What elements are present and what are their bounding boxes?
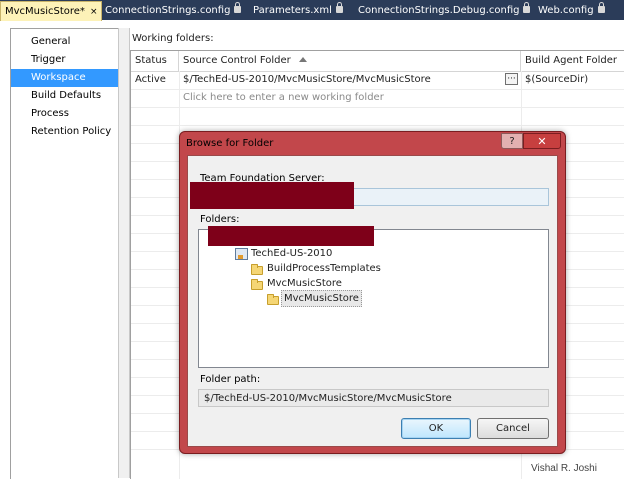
column-header-build-agent-folder[interactable]: Build Agent Folder: [521, 51, 624, 71]
lock-icon: [335, 2, 343, 13]
tab-label: ConnectionStrings.Debug.config: [358, 5, 520, 16]
grid-line: [131, 125, 624, 126]
nav-item-process[interactable]: Process: [11, 105, 119, 123]
tab-web-config[interactable]: Web.config: [534, 2, 609, 20]
cell-status[interactable]: Active: [131, 71, 166, 89]
tab-parameters-xml[interactable]: Parameters.xml: [249, 2, 347, 20]
dialog-title: Browse for Folder: [186, 138, 274, 149]
tab-label: MvcMusicStore*: [5, 6, 85, 17]
tab-mvcmusicstore[interactable]: MvcMusicStore* ×: [0, 1, 103, 21]
tab-connectionstrings-debug-config[interactable]: ConnectionStrings.Debug.config: [354, 2, 534, 20]
document-tab-strip: MvcMusicStore* × ConnectionStrings.config…: [0, 0, 624, 21]
tab-connectionstrings-config[interactable]: ConnectionStrings.config: [101, 2, 245, 20]
browse-for-folder-dialog: Browse for Folder ? ✕ Team Foundation Se…: [179, 131, 566, 454]
tab-label: ConnectionStrings.config: [105, 5, 231, 16]
table-row-new[interactable]: Click here to enter a new working folder: [131, 89, 624, 107]
folder-path-label: Folder path:: [200, 374, 261, 385]
grid-header: Status Source Control Folder Build Agent…: [131, 51, 624, 72]
help-button[interactable]: ?: [501, 133, 523, 149]
nav-item-trigger[interactable]: Trigger: [11, 51, 119, 69]
nav-item-retention-policy[interactable]: Retention Policy: [11, 123, 119, 141]
close-icon[interactable]: ×: [90, 7, 98, 17]
tree-node-buildprocesstemplates[interactable]: BuildProcessTemplates: [267, 261, 381, 276]
folder-icon: [251, 264, 263, 275]
sort-ascending-icon: [298, 57, 307, 62]
folder-open-icon: [251, 279, 263, 290]
ok-button[interactable]: OK: [401, 418, 471, 439]
dialog-body: Team Foundation Server: Folders: TechEd-…: [187, 155, 558, 447]
folder-icon: [267, 294, 279, 305]
table-row[interactable]: Active $/TechEd-US-2010/MvcMusicStore/Mv…: [131, 71, 624, 89]
grid-line: [131, 107, 624, 108]
column-header-status[interactable]: Status: [131, 51, 179, 71]
cell-build-agent-folder[interactable]: $(SourceDir): [521, 71, 588, 89]
folders-label: Folders:: [200, 214, 240, 225]
folders-tree[interactable]: TechEd-US-2010 BuildProcessTemplates Mvc…: [198, 226, 549, 368]
cancel-button[interactable]: Cancel: [477, 418, 549, 439]
nav-item-build-defaults[interactable]: Build Defaults: [11, 87, 119, 105]
lock-icon: [523, 2, 531, 13]
tree-node-mvcmusicstore-selected[interactable]: MvcMusicStore: [281, 290, 362, 307]
browse-folder-button[interactable]: ···: [505, 73, 518, 85]
tree-node-mvcmusicstore[interactable]: MvcMusicStore: [267, 276, 342, 291]
new-working-folder-hint[interactable]: Click here to enter a new working folder: [179, 89, 384, 107]
nav-item-workspace[interactable]: Workspace: [11, 69, 119, 87]
splitter[interactable]: [118, 28, 130, 478]
tree-node-teamed-us-2010[interactable]: TechEd-US-2010: [251, 246, 332, 261]
build-definition-nav: General Trigger Workspace Build Defaults…: [10, 28, 119, 479]
team-project-icon: [235, 248, 248, 260]
lock-icon: [597, 2, 605, 13]
nav-item-general[interactable]: General: [11, 33, 119, 51]
tab-label: Web.config: [538, 5, 594, 16]
cell-source-control-folder[interactable]: $/TechEd-US-2010/MvcMusicStore/MvcMusicS…: [179, 71, 431, 89]
redaction-block: [190, 182, 354, 209]
folder-path-field[interactable]: $/TechEd-US-2010/MvcMusicStore/MvcMusicS…: [198, 389, 549, 407]
author-watermark: Vishal R. Joshi: [531, 463, 597, 474]
close-button[interactable]: ✕: [523, 133, 561, 149]
redaction-block: [208, 226, 374, 246]
column-header-source-control-folder[interactable]: Source Control Folder: [179, 51, 521, 71]
lock-icon: [234, 2, 242, 13]
working-folders-label: Working folders:: [132, 33, 214, 44]
tab-label: Parameters.xml: [253, 5, 332, 16]
